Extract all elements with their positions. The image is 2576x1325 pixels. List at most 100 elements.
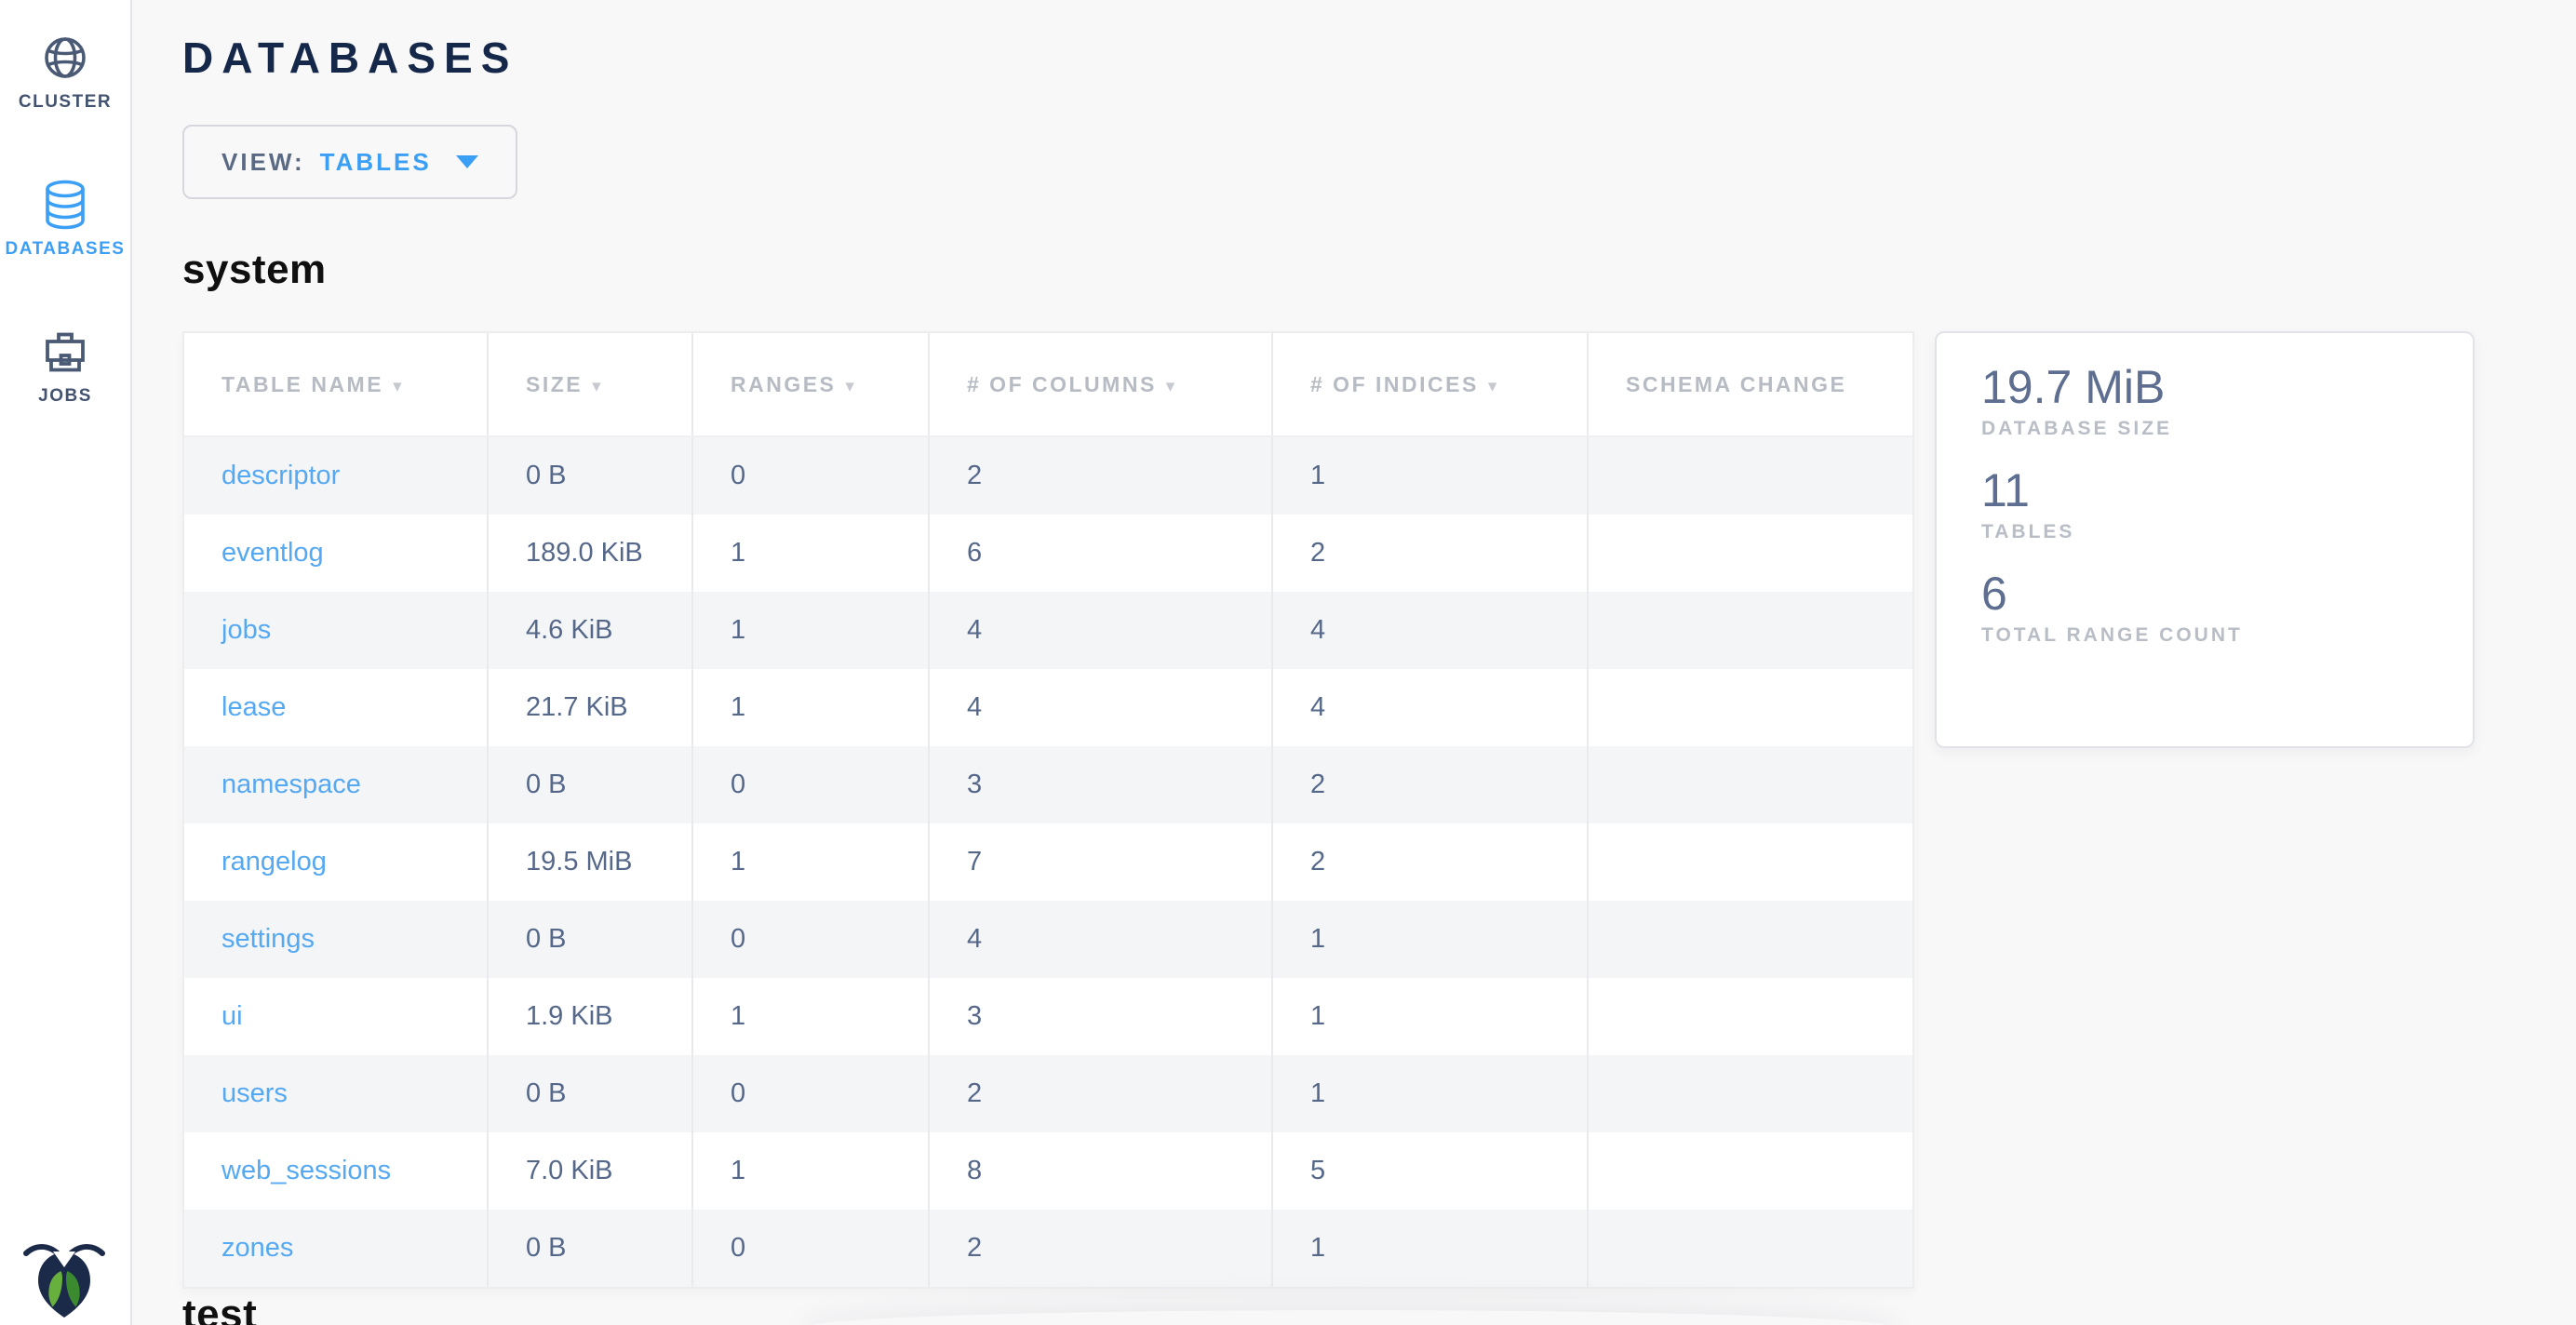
stat-value: 11 [1981,464,2428,516]
table-name-cell: namespace [184,746,488,823]
table-name-link[interactable]: rangelog [221,847,327,877]
size-cell: 189.0 KiB [488,515,692,592]
column-header-num-indices[interactable]: # OF INDICES▾ [1272,333,1588,436]
database-heading-system: system [182,246,2576,294]
size-cell: 4.6 KiB [488,592,692,669]
sidebar: CLUSTER DATABASES JOBS [0,0,132,1325]
table-row: namespace0 B032 [184,746,1912,823]
schema-change-cell [1588,978,1912,1055]
column-header-num-columns[interactable]: # OF COLUMNS▾ [929,333,1272,436]
sort-caret-icon: ▾ [845,377,856,396]
table-name-link[interactable]: ui [221,1001,243,1031]
sort-caret-icon: ▾ [1488,377,1499,396]
sort-caret-icon: ▾ [1166,377,1177,396]
size-cell: 0 B [488,901,692,978]
num-columns-cell: 2 [929,1055,1272,1132]
sidebar-item-label: JOBS [0,386,130,407]
num-indices-cell: 4 [1272,669,1588,746]
size-cell: 19.5 MiB [488,823,692,901]
size-cell: 21.7 KiB [488,669,692,746]
size-cell: 0 B [488,1055,692,1132]
stat-label: TABLES [1981,521,2428,543]
table-name-link[interactable]: zones [221,1233,293,1263]
table-row: web_sessions 7.0 KiB185 [184,1132,1912,1210]
table-name-link[interactable]: settings [221,924,315,954]
sidebar-item-label: DATABASES [0,239,130,260]
schema-change-cell [1588,823,1912,901]
column-header-schema-change: SCHEMA CHANGE [1588,333,1912,436]
num-columns-cell: 4 [929,669,1272,746]
size-cell: 0 B [488,436,692,515]
sidebar-item-databases[interactable]: DATABASES [0,180,130,260]
column-header-table-name[interactable]: TABLE NAME▾ [184,333,488,436]
ranges-cell: 0 [692,436,929,515]
sidebar-item-jobs[interactable]: JOBS [0,327,130,407]
ranges-cell: 0 [692,901,929,978]
table-row: rangelog 19.5 MiB172 [184,823,1912,901]
briefcase-icon [0,327,130,377]
size-cell: 0 B [488,1210,692,1287]
column-header-size[interactable]: SIZE▾ [488,333,692,436]
sidebar-item-label: CLUSTER [0,92,130,113]
globe-icon [0,33,130,83]
table-name-cell: jobs [184,592,488,669]
ranges-cell: 0 [692,746,929,823]
table-row: settings0 B041 [184,901,1912,978]
table-header-row: TABLE NAME▾SIZE▾RANGES▾# OF COLUMNS▾# OF… [184,333,1912,436]
table-name-cell: ui [184,978,488,1055]
table-name-link[interactable]: users [221,1078,288,1108]
schema-change-cell [1588,1055,1912,1132]
page-title: DATABASES [182,33,2576,82]
table-name-link[interactable]: descriptor [221,461,340,490]
summary-stat: 6 TOTAL RANGE COUNT [1981,568,2428,647]
schema-change-cell [1588,746,1912,823]
num-columns-cell: 6 [929,515,1272,592]
database-icon [0,180,130,230]
table-row: jobs4.6 KiB144 [184,592,1912,669]
table-name-cell: rangelog [184,823,488,901]
num-indices-cell: 2 [1272,823,1588,901]
ranges-cell: 1 [692,515,929,592]
system-section: TABLE NAME▾SIZE▾RANGES▾# OF COLUMNS▾# OF… [182,331,2576,1289]
schema-change-cell [1588,515,1912,592]
column-header-ranges[interactable]: RANGES▾ [692,333,929,436]
ranges-cell: 0 [692,1055,929,1132]
table-name-link[interactable]: jobs [221,615,271,645]
databases-page: CLUSTER DATABASES JOBS DATABASES VIEW: TAB… [0,0,2576,1325]
num-columns-cell: 2 [929,1210,1272,1287]
stat-value: 6 [1981,568,2428,620]
ranges-cell: 1 [692,1132,929,1210]
sidebar-item-cluster[interactable]: CLUSTER [0,33,130,113]
main-content: DATABASES VIEW: TABLES system TABLE NAME… [132,0,2576,1325]
table-name-link[interactable]: eventlog [221,538,324,568]
table-name-link[interactable]: web_sessions [221,1156,391,1185]
table-row: zones 0 B021 [184,1210,1912,1287]
view-selector-value: TABLES [320,148,432,177]
num-columns-cell: 7 [929,823,1272,901]
table-name-link[interactable]: lease [221,692,286,722]
num-columns-cell: 4 [929,592,1272,669]
table-name-cell: settings [184,901,488,978]
size-cell: 1.9 KiB [488,978,692,1055]
num-indices-cell: 5 [1272,1132,1588,1210]
num-indices-cell: 1 [1272,436,1588,515]
table-name-link[interactable]: namespace [221,770,361,799]
size-cell: 7.0 KiB [488,1132,692,1210]
table-name-cell: zones [184,1210,488,1287]
sort-caret-icon: ▾ [393,377,404,396]
table-name-cell: web_sessions [184,1132,488,1210]
size-cell: 0 B [488,746,692,823]
summary-stat: 19.7 MiBDATABASE SIZE [1981,361,2428,440]
ranges-cell: 0 [692,1210,929,1287]
schema-change-cell [1588,901,1912,978]
num-columns-cell: 8 [929,1132,1272,1210]
ranges-cell: 1 [692,823,929,901]
num-indices-cell: 1 [1272,1210,1588,1287]
table-row: descriptor0 B021 [184,436,1912,515]
schema-change-cell [1588,592,1912,669]
num-columns-cell: 4 [929,901,1272,978]
num-indices-cell: 1 [1272,978,1588,1055]
stat-label: TOTAL RANGE COUNT [1981,624,2428,647]
view-selector-dropdown[interactable]: VIEW: TABLES [182,125,517,199]
caret-down-icon [456,155,478,168]
